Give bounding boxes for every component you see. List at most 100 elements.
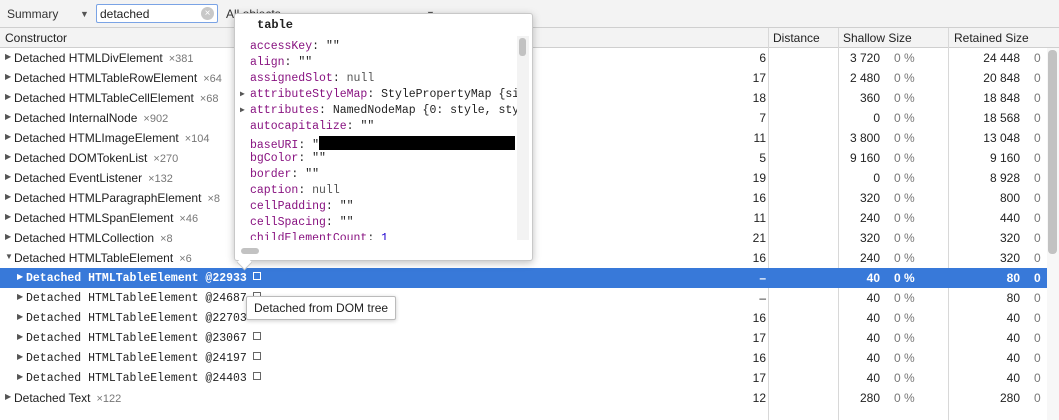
- column-retained-size[interactable]: Retained Size: [954, 31, 1029, 45]
- collapsed-triangle-icon[interactable]: ▶: [5, 132, 11, 141]
- collapsed-triangle-icon[interactable]: ▶: [5, 72, 11, 81]
- shallow-size-value: 280: [859, 391, 880, 405]
- shallow-size-percent: 0 %: [894, 251, 915, 265]
- property-row[interactable]: ▶ attributes: NamedNodeMap {0: style, sty…: [240, 104, 517, 117]
- popover-hscrollbar[interactable]: [235, 244, 517, 256]
- property-row[interactable]: autocapitalize: "": [250, 120, 374, 133]
- property-colon: :: [291, 168, 306, 181]
- shallow-size-value: 2 480: [849, 71, 880, 85]
- shallow-size-value: 40: [866, 331, 880, 345]
- collapsed-triangle-icon[interactable]: ▶: [5, 232, 11, 241]
- distance-value: 16: [752, 191, 766, 205]
- clear-search-icon[interactable]: ×: [201, 7, 214, 20]
- collapsed-triangle-icon[interactable]: ▶: [240, 89, 245, 99]
- shallow-size-value: 0: [873, 171, 880, 185]
- property-row[interactable]: cellPadding: "": [250, 200, 354, 213]
- collapsed-triangle-icon[interactable]: ▶: [5, 172, 11, 181]
- property-value: null: [346, 72, 375, 85]
- collapsed-triangle-icon[interactable]: ▶: [17, 352, 23, 361]
- property-key: caption: [250, 184, 299, 197]
- instance-row[interactable]: ▶ Detached HTMLTableElement @24197 16 40 0 %…: [0, 348, 1047, 368]
- detached-marker-icon[interactable]: [252, 272, 261, 280]
- shallow-size-percent: 0 %: [894, 171, 915, 185]
- property-row[interactable]: baseURI: ": [250, 136, 516, 152]
- instance-row[interactable]: ▶ Detached HTMLTableElement @23067 17 40 0 %…: [0, 328, 1047, 348]
- popover-title: table: [257, 18, 294, 32]
- shallow-size-percent: 0 %: [894, 231, 915, 245]
- retained-size-percent: 0: [1034, 171, 1041, 185]
- detached-marker-icon[interactable]: [252, 332, 261, 340]
- property-row[interactable]: caption: null: [250, 184, 340, 197]
- property-value: 1: [381, 232, 389, 240]
- constructor-name: Detached HTMLTableElement @24403: [26, 372, 261, 385]
- collapsed-triangle-icon[interactable]: ▶: [5, 112, 11, 121]
- property-row[interactable]: border: "": [250, 168, 319, 181]
- collapsed-triangle-icon[interactable]: ▶: [17, 332, 23, 341]
- retained-size-percent: 0: [1034, 51, 1041, 65]
- property-value: "": [312, 152, 326, 165]
- detached-marker-icon[interactable]: [252, 352, 261, 360]
- collapsed-triangle-icon[interactable]: ▶: [5, 192, 11, 201]
- popover-vscrollbar[interactable]: [517, 36, 529, 240]
- expanded-triangle-icon[interactable]: ▼: [5, 252, 13, 261]
- property-row[interactable]: bgColor: "": [250, 152, 326, 165]
- view-select-caret-icon[interactable]: ▼: [80, 9, 89, 19]
- column-distance[interactable]: Distance: [773, 31, 820, 45]
- collapsed-triangle-icon[interactable]: ▶: [5, 52, 11, 61]
- table-scrollbar-thumb[interactable]: [1048, 50, 1057, 254]
- column-constructor[interactable]: Constructor: [5, 31, 67, 45]
- instance-row[interactable]: ▶ Detached HTMLTableElement @24403 17 40 0 %…: [0, 368, 1047, 388]
- distance-value: 11: [753, 131, 766, 145]
- shallow-size-percent: 0 %: [894, 351, 915, 365]
- shallow-size-percent: 0 %: [894, 151, 915, 165]
- retained-size-percent: 0: [1034, 211, 1041, 225]
- instance-row[interactable]: ▶ Detached HTMLTableElement @22933 – 40 0 % 8…: [0, 268, 1047, 288]
- detached-marker-icon[interactable]: [252, 372, 261, 380]
- row-label: Detached HTMLSpanElement: [14, 211, 174, 225]
- object-preview-popover: table accessKey: "" align: "" assignedSlot…: [234, 13, 533, 261]
- instance-count: ×381: [168, 53, 194, 65]
- shallow-size-percent: 0 %: [894, 71, 915, 85]
- popover-hscrollbar-thumb[interactable]: [241, 248, 259, 254]
- collapsed-triangle-icon[interactable]: ▶: [17, 272, 23, 281]
- distance-value: 17: [752, 71, 766, 85]
- property-value: "": [305, 168, 320, 181]
- popover-vscrollbar-thumb[interactable]: [519, 38, 526, 56]
- class-filter-input[interactable]: [100, 6, 200, 21]
- collapsed-triangle-icon[interactable]: ▶: [5, 152, 11, 161]
- retained-size-percent: 0: [1034, 371, 1041, 385]
- constructor-name: Detached EventListener ×132: [14, 171, 173, 185]
- property-row[interactable]: childElementCount: 1: [250, 232, 388, 240]
- retained-size-value: 40: [1006, 311, 1020, 325]
- distance-value: 16: [752, 311, 766, 325]
- collapsed-triangle-icon[interactable]: ▶: [17, 372, 23, 381]
- retained-size-percent: 0: [1034, 331, 1041, 345]
- property-value: null: [312, 184, 340, 197]
- distance-value: 6: [759, 51, 766, 65]
- distance-value: 12: [752, 391, 766, 405]
- property-row[interactable]: accessKey: "": [250, 40, 340, 53]
- property-row[interactable]: align: "": [250, 56, 312, 69]
- collapsed-triangle-icon[interactable]: ▶: [5, 92, 11, 101]
- collapsed-triangle-icon[interactable]: ▶: [17, 292, 23, 301]
- instance-row[interactable]: ▶ Detached HTMLTableElement @24687 – 40 0 % 8…: [0, 288, 1047, 308]
- collapsed-triangle-icon[interactable]: ▶: [240, 105, 245, 115]
- shallow-size-percent: 0 %: [894, 191, 915, 205]
- property-row[interactable]: assignedSlot: null: [250, 72, 374, 85]
- row-label: Detached HTMLTableElement @22703: [26, 312, 247, 325]
- collapsed-triangle-icon[interactable]: ▶: [17, 312, 23, 321]
- column-shallow-size[interactable]: Shallow Size: [843, 31, 912, 45]
- property-row[interactable]: ▶ attributeStyleMap: StylePropertyMap {si…: [240, 88, 517, 101]
- view-select[interactable]: Summary: [7, 7, 58, 21]
- property-colon: :: [332, 72, 347, 85]
- collapsed-triangle-icon[interactable]: ▶: [5, 212, 11, 221]
- constructor-name: Detached HTMLTableElement @24687: [26, 292, 261, 305]
- shallow-size-percent: 0 %: [894, 391, 915, 405]
- property-row[interactable]: cellSpacing: "": [250, 216, 354, 229]
- instance-count: ×8: [160, 233, 173, 245]
- constructor-group-row[interactable]: ▶ Detached Text ×122 12 280 0 % 280 0: [0, 388, 1047, 408]
- instance-row[interactable]: ▶ Detached HTMLTableElement @22703 16 40 0 %…: [0, 308, 1047, 328]
- retained-size-value: 80: [1006, 291, 1020, 305]
- collapsed-triangle-icon[interactable]: ▶: [5, 392, 11, 401]
- class-filter-box[interactable]: ×: [96, 4, 218, 23]
